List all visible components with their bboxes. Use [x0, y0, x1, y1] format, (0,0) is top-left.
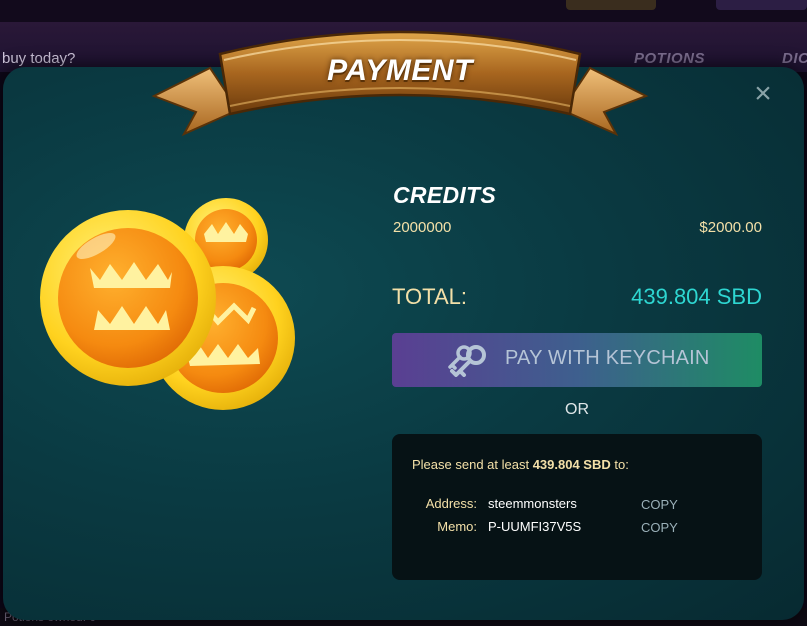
or-divider: OR	[565, 401, 589, 418]
item-price: $2000.00	[699, 219, 762, 236]
pay-with-keychain-button[interactable]: PAY WITH KEYCHAIN	[392, 333, 762, 387]
background-tab-dic[interactable]: DIC	[782, 50, 807, 67]
copy-address-button[interactable]: COPY	[641, 497, 678, 512]
send-prefix: Please send at least	[412, 457, 530, 472]
item-name: CREDITS	[393, 182, 497, 208]
address-label: Address:	[425, 496, 477, 511]
copy-memo-button[interactable]: COPY	[641, 520, 678, 535]
item-quantity: 2000000	[393, 219, 452, 236]
send-suffix: to:	[614, 457, 629, 472]
memo-label: Memo:	[437, 519, 477, 534]
address-value: steemmonsters	[488, 496, 577, 511]
keys-icon	[448, 345, 486, 377]
close-icon[interactable]: ×	[750, 79, 776, 109]
memo-value: P-UUMFI37V5S	[488, 519, 582, 534]
coins-icon	[38, 198, 298, 418]
send-instructions-box: Please send at least 439.804 SBD to: Add…	[392, 434, 762, 580]
total-value: 439.804 SBD	[631, 284, 762, 309]
total-label: TOTAL:	[392, 284, 467, 309]
send-amount: 439.804 SBD	[532, 457, 611, 472]
title-banner: PAYMENT	[150, 14, 650, 154]
background-question: buy today?	[2, 50, 76, 67]
modal-title: PAYMENT	[327, 54, 473, 87]
keychain-button-label: PAY WITH KEYCHAIN	[505, 347, 710, 369]
send-instruction: Please send at least 439.804 SBD to:	[412, 457, 629, 472]
